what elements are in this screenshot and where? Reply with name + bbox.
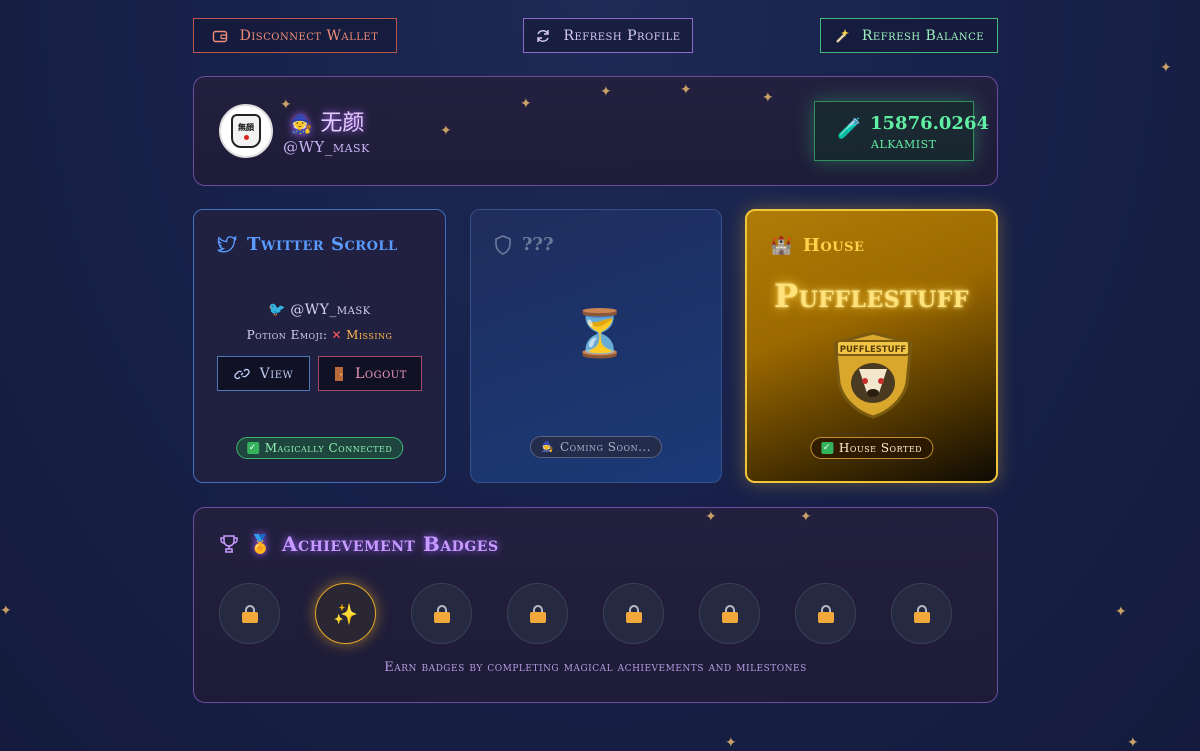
unknown-card-title-row: ??? (494, 234, 554, 255)
check-icon: ✓ (246, 442, 259, 454)
coming-soon-badge: 🧙 Coming Soon... (529, 436, 663, 458)
balance-unit: ALKAMIST (871, 138, 937, 151)
lock-icon (625, 604, 642, 623)
shield-icon (495, 234, 511, 255)
potion-emoji-label: Potion Emoji: (246, 328, 328, 342)
check-icon: ✓ (820, 442, 833, 454)
refresh-profile-label: Refresh Profile (563, 27, 681, 44)
view-twitter-button[interactable]: View (217, 356, 310, 391)
badge-slot[interactable] (699, 583, 760, 644)
parrot-icon: 🐦 (268, 302, 287, 318)
flask-icon: 🧪 (837, 116, 862, 140)
badges-title-row: 🏅 Achievement Badges (219, 532, 499, 556)
sparkle-icon: ✦ (0, 603, 12, 619)
sparkle-icon: ✦ (725, 735, 737, 751)
badge-row: ✨ (219, 583, 952, 644)
house-card-title: House (802, 235, 865, 256)
hourglass-icon: ⏳ (571, 306, 629, 360)
refresh-icon (537, 29, 550, 42)
disconnect-wallet-label: Disconnect Wallet (239, 27, 379, 44)
link-icon (234, 368, 250, 379)
mask-avatar-image: 無顔 (231, 114, 261, 148)
sparkle-icon: ✦ (1160, 60, 1172, 76)
sparkle-icon: ✦ (1115, 604, 1127, 620)
house-card: 🏰 House Pufflestuff PUFFLESTUFF ✓ House S… (745, 209, 998, 483)
view-label: View (259, 365, 294, 382)
lock-icon (913, 604, 930, 623)
avatar: 無顔 (219, 104, 273, 158)
refresh-balance-button[interactable]: Refresh Balance (820, 18, 998, 53)
avatar-mask-text: 無顔 (238, 123, 254, 132)
profile-display-name: 无颜 (320, 111, 365, 136)
refresh-profile-button[interactable]: Refresh Profile (523, 18, 693, 53)
profile-panel: 無顔 🧙 无颜 @WY_mask 🧪 15876.0264 ALKAMIST (193, 76, 998, 186)
coming-soon-text: Coming Soon... (559, 440, 652, 454)
profile-handle: @WY_mask (283, 138, 370, 156)
logout-label: Logout (355, 365, 407, 382)
unknown-card-title: ??? (522, 234, 554, 255)
house-name: Pufflestuff (774, 277, 969, 315)
profile-display-name-row: 🧙 无颜 (290, 105, 364, 137)
lock-icon (433, 604, 450, 623)
badge-slot[interactable] (795, 583, 856, 644)
potion-emoji-status: Missing (346, 328, 393, 342)
potion-emoji-row: Potion Emoji: ✕ Missing (194, 328, 445, 342)
twitter-status-badge: ✓ Magically Connected (235, 437, 404, 459)
trophy-icon (220, 535, 238, 553)
sparkles-icon: ✨ (333, 601, 358, 626)
twitter-scroll-card: Twitter Scroll 🐦 @WY_mask Potion Emoji: ✕ M… (193, 209, 446, 483)
coming-soon-card: ??? ⏳ 🧙 Coming Soon... (470, 209, 722, 483)
mage-icon: 🧙 (290, 114, 313, 135)
wand-icon (836, 28, 849, 43)
twitter-handle: @WY_mask (290, 302, 371, 318)
mage-small-icon: 🧙 (540, 441, 554, 453)
lock-icon (721, 604, 738, 623)
twitter-bird-icon (217, 235, 237, 253)
lock-icon (529, 604, 546, 623)
house-sorted-badge: ✓ House Sorted (809, 437, 934, 459)
badger-crest-icon: PUFFLESTUFF (833, 331, 913, 419)
disconnect-wallet-button[interactable]: Disconnect Wallet (193, 18, 397, 53)
balance-box: 🧪 15876.0264 ALKAMIST (814, 101, 989, 161)
twitter-status-text: Magically Connected (264, 441, 393, 455)
twitter-card-title: Twitter Scroll (247, 234, 398, 255)
cross-icon: ✕ (331, 328, 343, 342)
sparkle-icon: ✦ (1127, 735, 1139, 751)
badge-slot[interactable]: ✨ (315, 583, 376, 644)
refresh-balance-label: Refresh Balance (861, 27, 985, 44)
lock-icon (817, 604, 834, 623)
badge-slot[interactable] (411, 583, 472, 644)
medal-icon: 🏅 (249, 533, 272, 555)
badge-slot[interactable] (507, 583, 568, 644)
badges-caption: Earn badges by completing magical achiev… (384, 660, 807, 675)
achievement-badges-panel: 🏅 Achievement Badges ✨ Earn badges by co… (193, 507, 998, 703)
crest-text: PUFFLESTUFF (840, 345, 907, 355)
lock-icon (241, 604, 258, 623)
castle-icon: 🏰 (770, 235, 793, 256)
house-card-title-row: 🏰 House (770, 235, 864, 256)
twitter-logout-button[interactable]: Logout (318, 356, 422, 391)
balance-value: 15876.0264 (870, 113, 989, 134)
badge-slot[interactable] (603, 583, 664, 644)
house-status-text: House Sorted (838, 441, 923, 455)
twitter-handle-row: 🐦 @WY_mask (194, 302, 445, 318)
badge-slot[interactable] (891, 583, 952, 644)
badges-title: Achievement Badges (281, 532, 499, 556)
door-icon (335, 366, 344, 381)
wallet-icon (212, 30, 227, 42)
badge-slot[interactable] (219, 583, 280, 644)
twitter-card-title-row: Twitter Scroll (217, 234, 398, 255)
